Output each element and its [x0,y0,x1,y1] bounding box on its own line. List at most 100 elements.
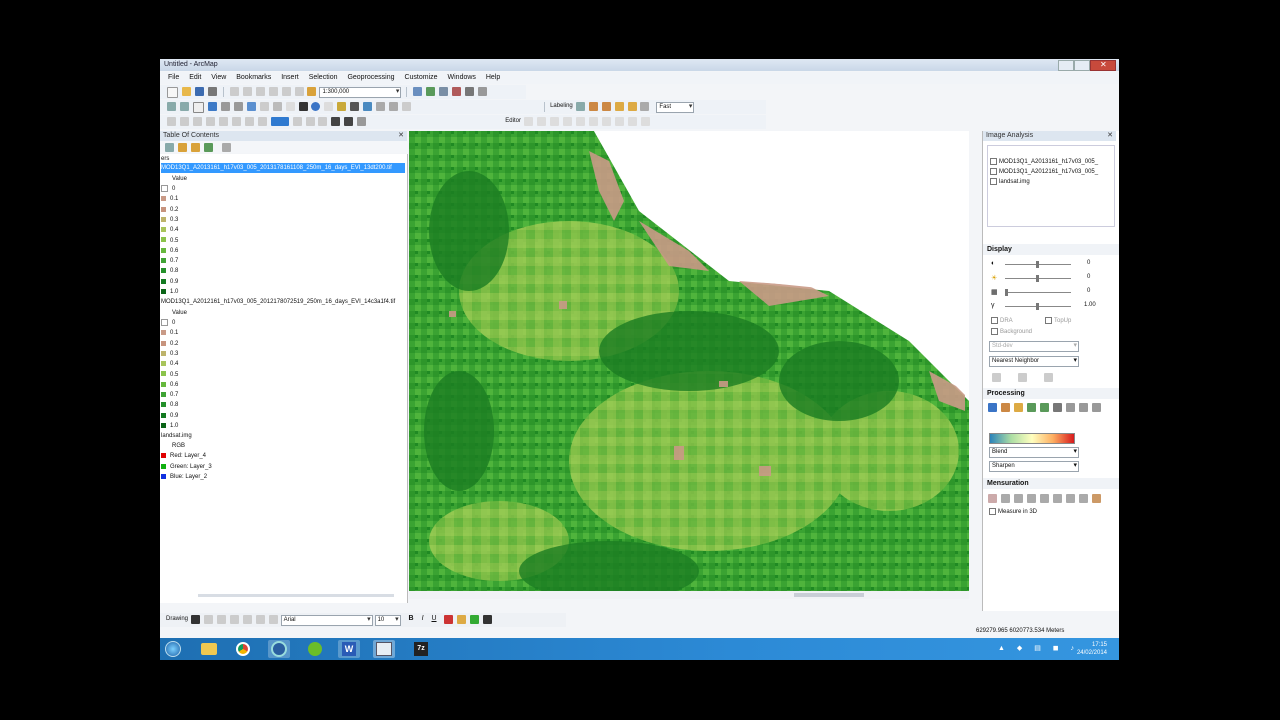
zoom-whole-page-icon[interactable] [216,615,226,624]
view-unplaced-labels-icon[interactable] [640,102,650,111]
pause-labeling-icon[interactable] [627,102,637,111]
angle-icon[interactable] [1078,494,1088,503]
gamma-value[interactable]: 1.00 [1084,302,1096,308]
display-section-header[interactable]: Display [983,244,1119,255]
underline-button[interactable]: U [431,615,436,622]
legend-class[interactable]: 0.2 [161,339,178,349]
background-checkbox[interactable] [991,328,998,335]
catalog-icon[interactable] [439,87,449,96]
italic-button[interactable]: I [422,615,424,622]
rotate-icon[interactable] [203,615,213,624]
font-select[interactable]: Arial [280,615,373,626]
fixed-zoom-in-icon[interactable] [220,102,230,111]
toc-layer-landsat[interactable]: landsat.img [161,431,192,441]
map-view[interactable] [409,131,969,599]
new-icon[interactable] [167,87,178,98]
legend-class[interactable]: 0.4 [161,359,178,369]
fixed-zoom-out-icon[interactable] [233,102,243,111]
label-manager-icon[interactable] [575,102,585,111]
centroid-icon[interactable] [1052,494,1062,503]
list-by-visibility-icon[interactable] [190,143,200,152]
area-icon[interactable] [1065,494,1075,503]
snapping-icon[interactable] [167,117,176,126]
ia-layer-row[interactable]: landsat.img [990,178,1030,185]
goto-xy-icon[interactable] [389,102,399,111]
paste-icon[interactable] [255,87,265,96]
maximize-button[interactable] [1074,60,1090,71]
full-extent-icon[interactable] [207,102,217,111]
background-option[interactable]: Background [991,328,1032,335]
select-elements-icon[interactable] [298,102,308,111]
legend-class[interactable]: 0.5 [161,370,178,380]
select-features-icon[interactable] [272,102,282,111]
identify-icon[interactable] [311,102,321,111]
flicker-icon[interactable] [1017,373,1027,382]
menu-edit[interactable]: Edit [189,74,201,81]
ia-layer-checkbox[interactable] [990,178,997,185]
system-clock[interactable]: 17:15 24/02/2014 [1077,641,1107,657]
drawing-menu[interactable]: Drawing [166,616,188,622]
resampling-select[interactable]: Nearest Neighbor [989,356,1079,367]
outline-icon[interactable] [292,117,302,126]
menu-insert[interactable]: Insert [281,74,299,81]
point-icon[interactable] [562,117,572,126]
legend-class[interactable]: 0 [161,184,175,194]
legend-class[interactable]: 0.1 [161,328,178,338]
toc-close-icon[interactable]: ✕ [398,131,404,141]
edit-annotation-icon[interactable] [614,117,624,126]
legend-class[interactable]: 0.7 [161,390,178,400]
toc-layer-2[interactable]: MOD13Q1_A2012161_h17v03_005_201217807251… [161,297,405,307]
menu-file[interactable]: File [168,74,179,81]
topup-option[interactable]: TopUp [1045,317,1071,324]
search-icon[interactable] [452,87,462,96]
image-analysis-close-icon[interactable]: ✕ [1107,131,1113,141]
add-data-icon[interactable] [307,87,317,96]
transparency-slider-knob[interactable] [1005,289,1008,296]
delete-icon[interactable] [268,87,278,96]
ia-layer-row[interactable]: MOD13Q1_A2013161_h17v03_005_ [990,158,1112,165]
copy-icon[interactable] [242,87,252,96]
measure-3d-checkbox[interactable] [989,508,996,515]
clear-selection-icon[interactable] [285,102,295,111]
print-icon[interactable] [207,87,217,96]
close-button[interactable]: ✕ [1090,60,1116,71]
undo-icon[interactable] [281,87,291,96]
font-color-icon[interactable] [444,615,454,624]
hyperlink-icon[interactable] [324,102,334,111]
clip-icon[interactable] [988,403,997,412]
editor-menu[interactable]: Editor [505,118,521,124]
georef-icon[interactable] [344,117,354,126]
menu-selection[interactable]: Selection [309,74,338,81]
python-icon[interactable] [478,87,488,96]
height-icon[interactable] [1013,494,1023,503]
menu-view[interactable]: View [211,74,226,81]
ia-layer-row[interactable]: MOD13Q1_A2012161_h17v03_005_ [990,168,1112,175]
ia-layer-checkbox[interactable] [990,168,997,175]
7zip-taskbar-button[interactable]: 7z [410,640,432,658]
create-features-icon[interactable] [318,117,328,126]
swipe-icon[interactable] [992,373,1001,382]
menu-bookmarks[interactable]: Bookmarks [236,74,271,81]
mensuration-table-icon[interactable] [1091,494,1101,503]
sketch-properties-icon[interactable] [305,117,315,126]
legend-class[interactable]: 0.2 [161,205,178,215]
mensuration-section-header[interactable]: Mensuration [983,478,1119,489]
menu-customize[interactable]: Customize [404,74,437,81]
chrome-taskbar-button[interactable] [232,640,254,658]
editor-toolbar-icon[interactable] [413,87,423,96]
legend-class[interactable]: 0.9 [161,277,178,287]
explorer-taskbar-button[interactable] [198,640,220,658]
color-fill-icon[interactable] [270,117,289,126]
mask-icon[interactable] [1000,403,1010,412]
topup-checkbox[interactable] [1045,317,1052,324]
save-icon[interactable] [194,87,204,96]
line-color-icon[interactable] [470,615,480,624]
fill-color-icon[interactable] [457,615,467,624]
legend-class[interactable]: 0.9 [161,411,178,421]
transparency-slider[interactable] [1005,292,1071,293]
distance-icon[interactable] [1000,494,1010,503]
processing-section-header[interactable]: Processing [983,388,1119,399]
time-slider-icon[interactable] [402,102,412,111]
colormap-ramp[interactable] [989,433,1075,444]
point-measure-icon[interactable] [988,494,997,503]
